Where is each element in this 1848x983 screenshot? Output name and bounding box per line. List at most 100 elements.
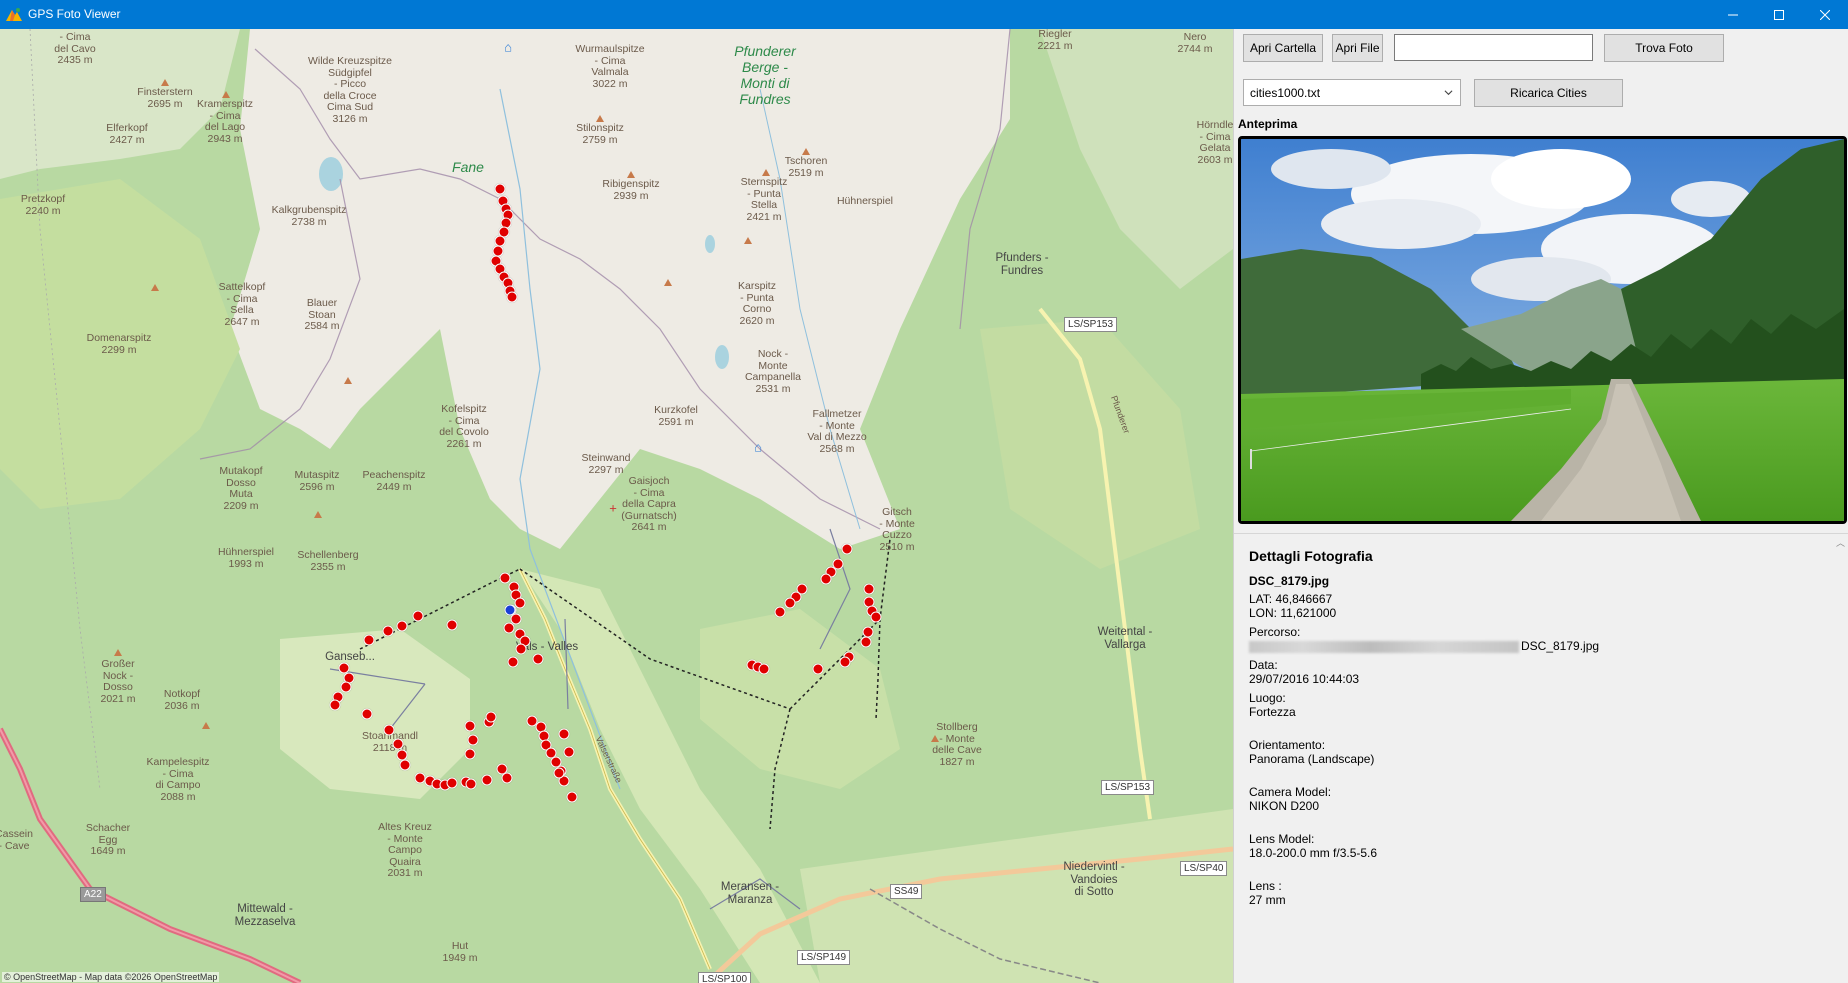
region-label-pfunderer-berge: Pfunderer Berge - Monti di Fundres bbox=[734, 43, 796, 107]
peak-icon bbox=[802, 148, 810, 155]
photo-marker[interactable] bbox=[863, 583, 875, 595]
photo-marker[interactable] bbox=[340, 681, 352, 693]
detail-path-label: Percorso: bbox=[1249, 625, 1301, 639]
detail-place-value: Fortezza bbox=[1249, 705, 1296, 719]
town-label-mittewald: Mittewald - Mezzaselva bbox=[234, 903, 296, 928]
photo-marker[interactable] bbox=[446, 777, 458, 789]
photo-marker[interactable] bbox=[446, 619, 458, 631]
peak-icon bbox=[314, 511, 322, 518]
minimize-icon bbox=[1728, 14, 1738, 15]
find-photo-button[interactable]: Trova Foto bbox=[1604, 34, 1724, 62]
photo-marker[interactable] bbox=[329, 699, 341, 711]
detail-lens-label: Lens : bbox=[1249, 879, 1282, 893]
maximize-button[interactable] bbox=[1756, 0, 1802, 29]
town-label-gansebichl: Ganseb... bbox=[325, 651, 375, 663]
close-button[interactable] bbox=[1802, 0, 1848, 29]
map-view[interactable]: Pfunderer Berge - Monti di Fundres Fane … bbox=[0, 29, 1233, 983]
photo-marker[interactable] bbox=[514, 597, 526, 609]
photo-marker[interactable] bbox=[784, 597, 796, 609]
photo-marker[interactable] bbox=[363, 634, 375, 646]
preview-label: Anteprima bbox=[1238, 117, 1298, 131]
town-label-meransen: Meransen - Maranza bbox=[720, 881, 780, 906]
detail-camera-value: NIKON D200 bbox=[1249, 799, 1320, 813]
photo-marker[interactable] bbox=[499, 572, 511, 584]
cities-select[interactable]: cities1000.txt bbox=[1243, 79, 1461, 106]
shelter-icon: ⌂ bbox=[754, 439, 762, 455]
peak-label: Pretzkopf 2240 m bbox=[20, 193, 66, 217]
photo-preview[interactable] bbox=[1238, 136, 1847, 524]
detail-lens-model-value: 18.0-200.0 mm f/3.5-5.6 bbox=[1249, 846, 1378, 860]
photo-marker[interactable] bbox=[860, 636, 872, 648]
preview-image bbox=[1241, 139, 1844, 521]
peak-label: Tschoren 2519 m bbox=[784, 155, 828, 179]
photo-marker[interactable] bbox=[464, 720, 476, 732]
photo-marker[interactable] bbox=[503, 622, 515, 634]
peak-label: Cassein - Cave bbox=[0, 828, 33, 852]
photo-marker[interactable] bbox=[839, 656, 851, 668]
photo-marker[interactable] bbox=[507, 656, 519, 668]
photo-marker[interactable] bbox=[558, 728, 570, 740]
peak-label: Sattelkopf - Cima Sella 2647 m bbox=[218, 281, 266, 328]
open-file-button[interactable]: Apri File bbox=[1332, 34, 1383, 62]
peak-icon bbox=[222, 91, 230, 98]
minimize-button[interactable] bbox=[1710, 0, 1756, 29]
peak-label: Großer Nock - Dosso 2021 m bbox=[100, 658, 136, 705]
photo-marker[interactable] bbox=[392, 738, 404, 750]
side-panel: Apri Cartella Apri File Trova Foto citie… bbox=[1233, 29, 1848, 983]
photo-marker[interactable] bbox=[399, 759, 411, 771]
detail-path-value: DSC_8179.jpg bbox=[1249, 639, 1599, 653]
photo-marker[interactable] bbox=[481, 774, 493, 786]
photo-marker[interactable] bbox=[465, 778, 477, 790]
photo-marker[interactable] bbox=[383, 724, 395, 736]
detail-lens-value: 27 mm bbox=[1249, 893, 1286, 907]
road-shield: SS49 bbox=[890, 884, 923, 899]
photo-marker[interactable] bbox=[566, 791, 578, 803]
peak-label: Mutakopf Dosso Muta 2209 m bbox=[219, 465, 263, 512]
reload-cities-button[interactable]: Ricarica Cities bbox=[1474, 79, 1623, 107]
photo-marker[interactable] bbox=[506, 291, 518, 303]
mountain-app-icon bbox=[6, 8, 22, 21]
window-title: GPS Foto Viewer bbox=[28, 7, 121, 21]
detail-place-label: Luogo: bbox=[1249, 691, 1286, 705]
photo-marker[interactable] bbox=[563, 746, 575, 758]
photo-marker[interactable] bbox=[494, 183, 506, 195]
peak-label: Altes Kreuz - Monte Campo Quaira 2031 m bbox=[378, 821, 432, 879]
peak-label: Gitsch - Monte Cuzzo 2510 m bbox=[879, 506, 915, 553]
peak-label: Kurzkofel 2591 m bbox=[654, 404, 698, 428]
town-label-weitental: Weitental - Vallarga bbox=[1097, 626, 1153, 651]
town-label-niedervintl: Niedervintl - Vandoies di Sotto bbox=[1063, 861, 1125, 898]
detail-lon: LON: 11,621000 bbox=[1249, 606, 1337, 620]
photo-marker[interactable] bbox=[412, 610, 424, 622]
photo-marker[interactable] bbox=[812, 663, 824, 675]
photo-marker[interactable] bbox=[515, 643, 527, 655]
peak-label: Notkopf 2036 m bbox=[163, 688, 201, 712]
photo-marker[interactable] bbox=[361, 708, 373, 720]
search-input[interactable] bbox=[1394, 34, 1593, 61]
photo-marker[interactable] bbox=[870, 611, 882, 623]
peak-label: Karspitz - Punta Corno 2620 m bbox=[738, 280, 776, 327]
peak-icon bbox=[627, 171, 635, 178]
app-window: GPS Foto Viewer Pfunderer Berge - Monti … bbox=[0, 0, 1848, 983]
photo-marker[interactable] bbox=[464, 748, 476, 760]
photo-marker[interactable] bbox=[774, 606, 786, 618]
selected-photo-marker[interactable] bbox=[504, 604, 516, 616]
photo-marker[interactable] bbox=[485, 711, 497, 723]
photo-marker[interactable] bbox=[467, 734, 479, 746]
scroll-up-icon[interactable]: ︿ bbox=[1836, 536, 1845, 549]
maximize-icon bbox=[1774, 9, 1784, 20]
photo-marker[interactable] bbox=[382, 625, 394, 637]
photo-marker[interactable] bbox=[758, 663, 770, 675]
detail-date-value: 29/07/2016 10:44:03 bbox=[1249, 672, 1360, 686]
photo-marker[interactable] bbox=[532, 653, 544, 665]
photo-marker[interactable] bbox=[396, 620, 408, 632]
photo-marker[interactable] bbox=[841, 543, 853, 555]
photo-marker[interactable] bbox=[553, 767, 565, 779]
photo-marker[interactable] bbox=[820, 573, 832, 585]
photo-marker[interactable] bbox=[501, 772, 513, 784]
peak-label: Domenarspitz 2299 m bbox=[86, 332, 152, 356]
peak-label: Schellenberg 2355 m bbox=[297, 549, 359, 573]
title-bar: GPS Foto Viewer bbox=[0, 0, 1848, 29]
peak-label: Sternspitz - Punta Stella 2421 m bbox=[740, 176, 788, 223]
open-folder-button[interactable]: Apri Cartella bbox=[1243, 34, 1323, 62]
peak-label: Fallmetzer - Monte Val di Mezzo 2568 m bbox=[807, 408, 867, 455]
